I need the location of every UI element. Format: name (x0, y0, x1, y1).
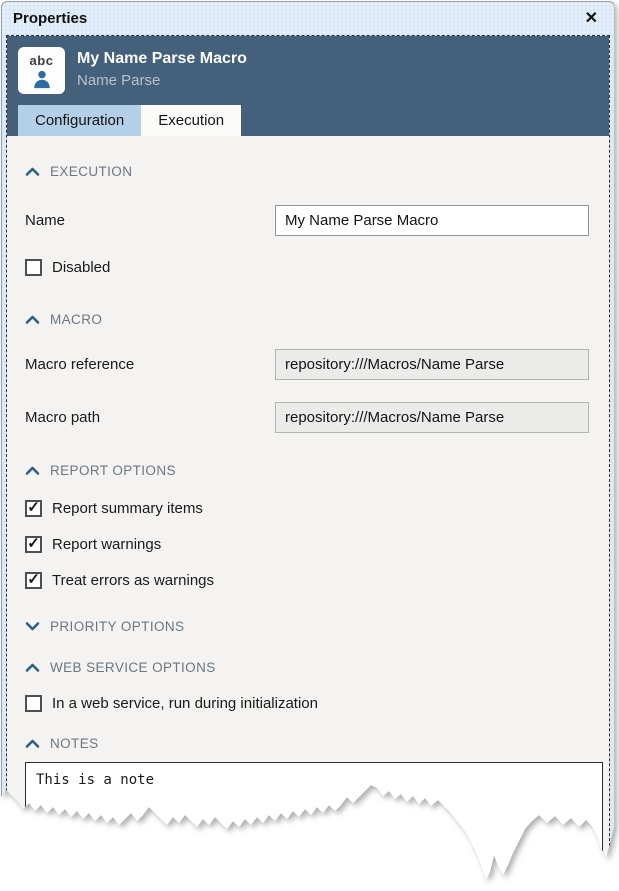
macro-path-input[interactable] (275, 402, 589, 433)
report-warnings-check-row: ✓ Report warnings (25, 536, 591, 553)
properties-window: Properties ✕ abc My Name Parse Macro Nam… (1, 1, 615, 891)
chevron-up-icon (25, 662, 40, 673)
name-label: Name (25, 212, 275, 229)
treat-errors-check-row: ✓ Treat errors as warnings (25, 572, 591, 589)
chevron-down-icon (25, 621, 40, 632)
macro-reference-input[interactable] (275, 349, 589, 380)
execution-tab-content: EXECUTION Name Disabled MACRO (7, 136, 609, 891)
section-title: PRIORITY OPTIONS (50, 619, 184, 634)
tab-configuration[interactable]: Configuration (18, 105, 141, 136)
web-service-checkbox[interactable] (25, 695, 42, 712)
disabled-checkbox[interactable] (25, 259, 42, 276)
name-field-row: Name (25, 205, 591, 236)
report-summary-label[interactable]: Report summary items (52, 500, 203, 517)
tab-bar: Configuration Execution (18, 105, 598, 136)
report-warnings-label[interactable]: Report warnings (52, 536, 161, 553)
person-icon (31, 68, 53, 90)
section-header-report-options[interactable]: REPORT OPTIONS (25, 463, 591, 478)
close-icon[interactable]: ✕ (581, 9, 602, 29)
disabled-label[interactable]: Disabled (52, 259, 110, 276)
web-service-check-row: In a web service, run during initializat… (25, 695, 591, 712)
web-service-label[interactable]: In a web service, run during initializat… (52, 695, 318, 712)
report-warnings-checkbox[interactable]: ✓ (25, 536, 42, 553)
section-header-priority-options[interactable]: PRIORITY OPTIONS (25, 619, 591, 634)
check-icon: ✓ (27, 572, 40, 587)
panel-body: abc My Name Parse Macro Name Parse Confi… (6, 35, 610, 891)
page-subtitle: Name Parse (77, 70, 247, 93)
section-header-notes[interactable]: NOTES (25, 736, 591, 751)
section-title: WEB SERVICE OPTIONS (50, 660, 216, 675)
section-header-execution[interactable]: EXECUTION (25, 164, 591, 179)
macro-path-row: Macro path (25, 402, 591, 433)
chevron-up-icon (25, 314, 40, 325)
abc-icon: abc (30, 54, 54, 67)
chevron-up-icon (25, 166, 40, 177)
macro-type-icon: abc (18, 47, 65, 94)
treat-errors-checkbox[interactable]: ✓ (25, 572, 42, 589)
tab-execution[interactable]: Execution (141, 105, 241, 136)
report-summary-checkbox[interactable]: ✓ (25, 500, 42, 517)
report-summary-check-row: ✓ Report summary items (25, 500, 591, 517)
section-header-macro[interactable]: MACRO (25, 312, 591, 327)
disabled-check-row: Disabled (25, 259, 591, 276)
chevron-up-icon (25, 465, 40, 476)
treat-errors-label[interactable]: Treat errors as warnings (52, 572, 214, 589)
section-title: EXECUTION (50, 164, 132, 179)
macro-header: abc My Name Parse Macro Name Parse Confi… (7, 36, 609, 136)
properties-panel: Properties ✕ abc My Name Parse Macro Nam… (1, 1, 615, 891)
notes-textarea[interactable]: This is a note (25, 762, 603, 891)
section-header-web-service-options[interactable]: WEB SERVICE OPTIONS (25, 660, 591, 675)
window-title: Properties (13, 10, 581, 27)
section-title: NOTES (50, 736, 99, 751)
macro-reference-row: Macro reference (25, 349, 591, 380)
window-titlebar: Properties ✕ (2, 2, 614, 35)
macro-path-label: Macro path (25, 409, 275, 426)
macro-reference-label: Macro reference (25, 356, 275, 373)
section-title: REPORT OPTIONS (50, 463, 176, 478)
check-icon: ✓ (27, 536, 40, 551)
page-title: My Name Parse Macro (77, 48, 247, 70)
check-icon: ✓ (27, 500, 40, 515)
chevron-up-icon (25, 738, 40, 749)
section-title: MACRO (50, 312, 102, 327)
name-input[interactable] (275, 205, 589, 236)
